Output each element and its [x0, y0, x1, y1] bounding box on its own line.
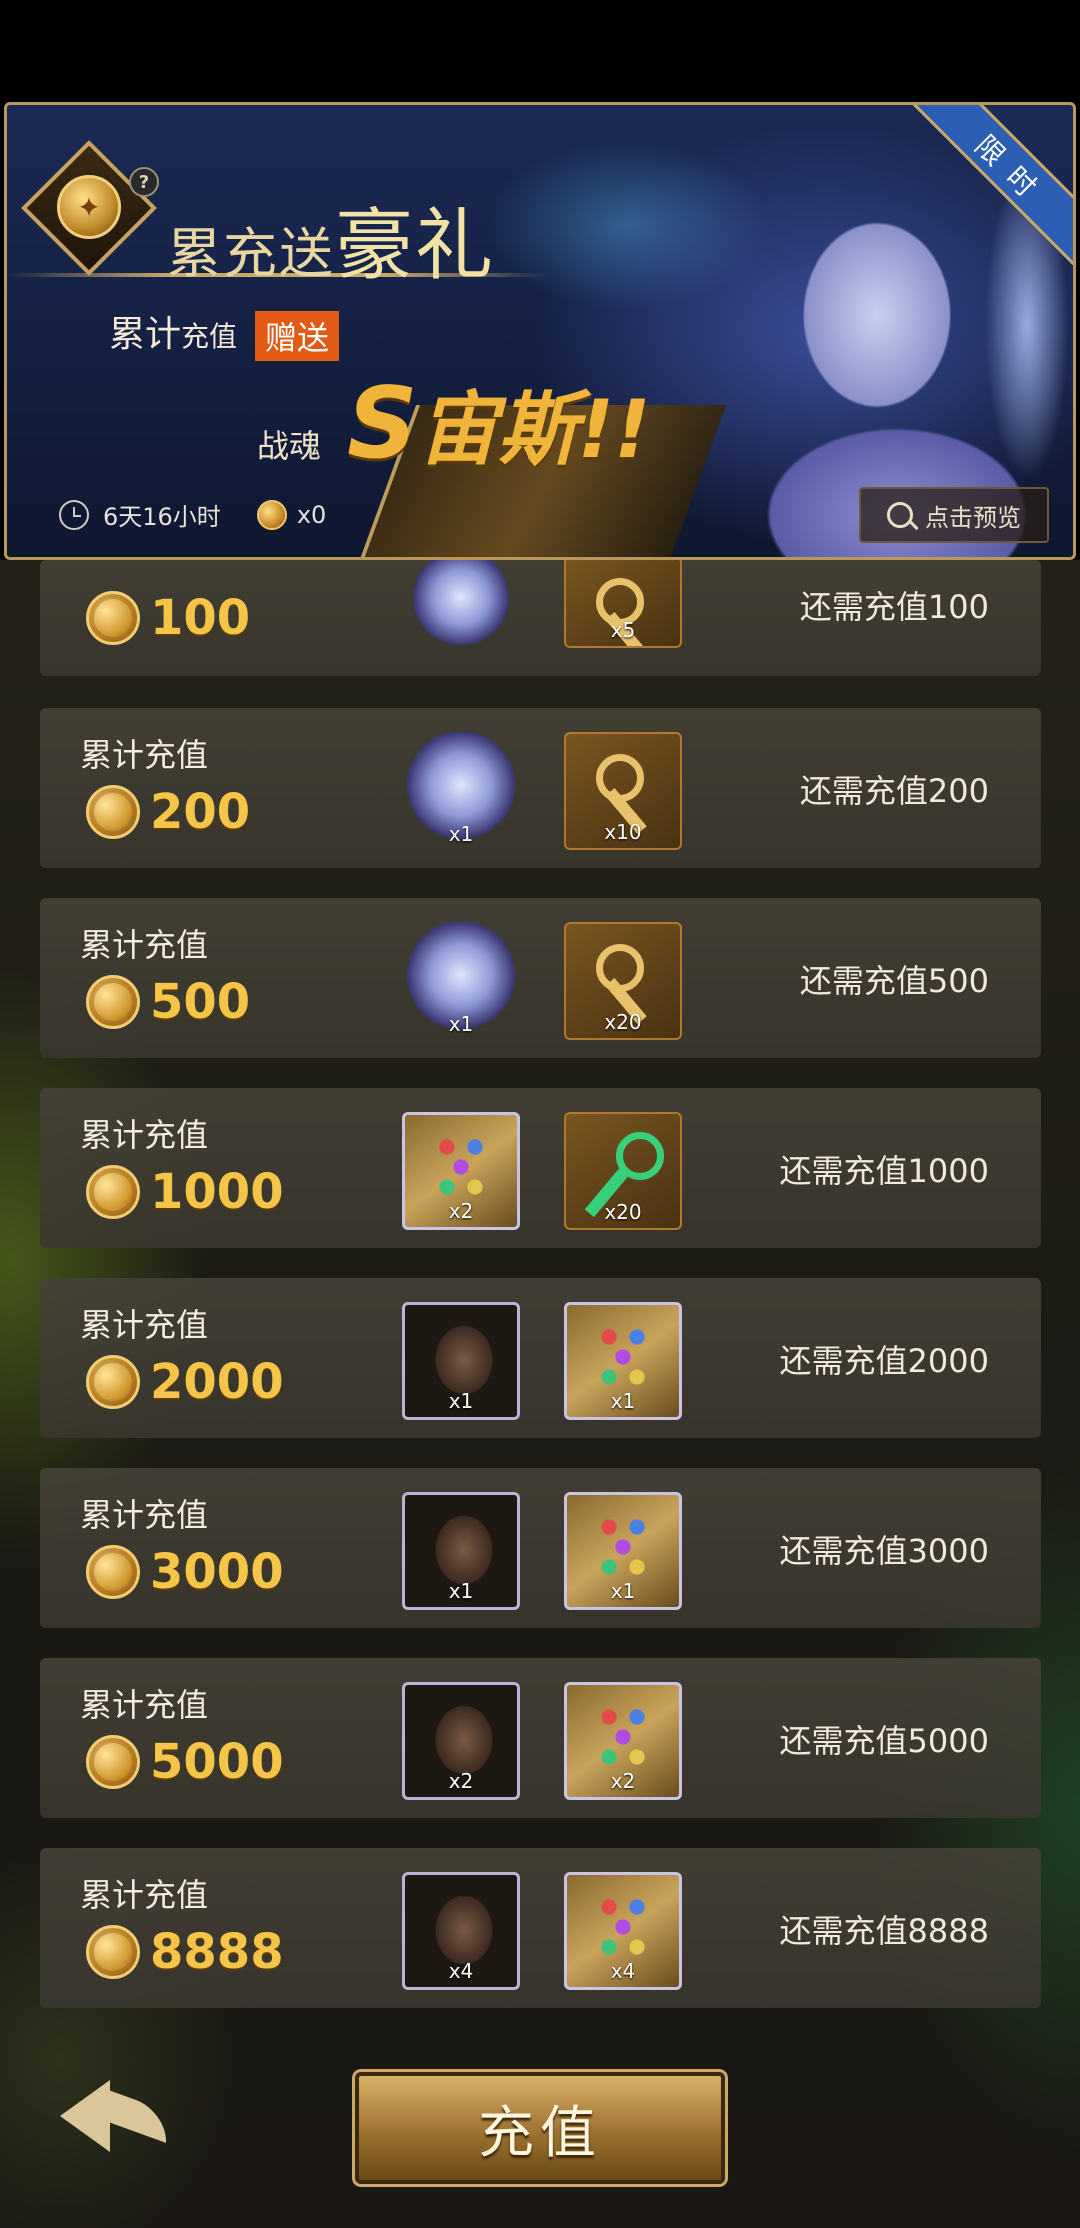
help-icon[interactable]: ?: [129, 167, 159, 197]
reward-tier-row: 累计充值 1000 x2 x20 还需充值1000: [40, 1088, 1041, 1248]
reward-item-helmet-icon[interactable]: x1: [402, 1302, 520, 1420]
coin-icon: [86, 1545, 140, 1599]
reward-item-green-key-icon[interactable]: x20: [564, 1112, 682, 1230]
reward-item-gem-card-icon[interactable]: x2: [402, 1112, 520, 1230]
recharge-button[interactable]: 充值: [352, 2069, 728, 2187]
reward-item-helmet-icon[interactable]: x4: [402, 1872, 520, 1990]
tier-remaining: 还需充值2000: [779, 1342, 989, 1380]
reward-tier-row: 累计充值 2000 x1 x1 还需充值2000: [40, 1278, 1041, 1438]
reward-item-gem-card-icon[interactable]: x1: [564, 1492, 682, 1610]
tier-amount: 100: [86, 590, 250, 646]
banner-subtitle: 累计充值 赠送: [109, 305, 340, 361]
tier-amount: 2000: [86, 1354, 284, 1410]
tier-amount: 8888: [86, 1924, 284, 1980]
coin-icon: [86, 1355, 140, 1409]
coin-icon: [86, 1165, 140, 1219]
tier-label: 累计充值: [80, 1116, 209, 1154]
coin-count: x0: [296, 500, 327, 529]
gift-tag: 赠送: [255, 311, 340, 361]
tier-remaining: 还需充值500: [799, 962, 989, 1000]
back-arrow-tail: [106, 2089, 166, 2143]
reward-item-soul-icon[interactable]: x1: [402, 732, 520, 850]
reward-tier-row: 累计充值 5000 x2 x2 还需充值5000: [40, 1658, 1041, 1818]
search-icon: [887, 502, 913, 528]
reward-item-gem-card-icon[interactable]: x2: [564, 1682, 682, 1800]
tier-remaining: 还需充值8888: [779, 1912, 989, 1950]
reward-item-soul-icon[interactable]: [402, 556, 520, 648]
tier-amount: 500: [86, 974, 250, 1030]
tier-label: 累计充值: [80, 736, 209, 774]
tier-remaining: 还需充值3000: [779, 1532, 989, 1570]
reward-item-helmet-icon[interactable]: x1: [402, 1492, 520, 1610]
reward-tier-row: 累计充值 8888 x4 x4 还需充值8888: [40, 1848, 1041, 2008]
tier-amount: 3000: [86, 1544, 284, 1600]
coin-icon: [86, 591, 140, 645]
back-arrow-icon: [60, 2080, 110, 2152]
reward-item-helmet-icon[interactable]: x2: [402, 1682, 520, 1800]
compass-icon: ✦: [57, 175, 121, 239]
reward-item-gold-key-icon[interactable]: x20: [564, 922, 682, 1040]
reward-tier-row: 累计充值 3000 x1 x1 还需充值3000: [40, 1468, 1041, 1628]
reward-tier-row: 100 x5 还需充值100: [40, 556, 1041, 676]
tier-label: 累计充值: [80, 1306, 209, 1344]
coin-icon: [86, 1925, 140, 1979]
tier-label: 累计充值: [80, 1876, 209, 1914]
tier-label: 累计充值: [80, 926, 209, 964]
reward-item-gold-key-icon[interactable]: x5: [564, 556, 682, 648]
reward-tier-row: 累计充值 500 x1 x20 还需充值500: [40, 898, 1041, 1058]
tier-amount: 5000: [86, 1734, 284, 1790]
time-remaining: 6天16小时: [103, 503, 221, 531]
tier-remaining: 还需充值1000: [779, 1152, 989, 1190]
reward-item-gem-card-icon[interactable]: x4: [564, 1872, 682, 1990]
coin-icon: [86, 1735, 140, 1789]
tier-remaining: 还需充值100: [799, 588, 989, 626]
clock-icon: [59, 499, 89, 530]
coin-icon: [86, 785, 140, 839]
reward-item-gold-key-icon[interactable]: x10: [564, 732, 682, 850]
reward-tier-row: 累计充值 200 x1 x10 还需充值200: [40, 708, 1041, 868]
coin-icon: [256, 499, 287, 530]
tier-label: 累计充值: [80, 1496, 209, 1534]
reward-item-gem-card-icon[interactable]: x1: [564, 1302, 682, 1420]
hero-label: 战魂: [257, 427, 322, 465]
tier-label: 累计充值: [80, 1686, 209, 1724]
banner-title: 累充送豪礼: [167, 201, 496, 291]
reward-item-soul-icon[interactable]: x1: [402, 922, 520, 1040]
tier-remaining: 还需充值200: [799, 772, 989, 810]
back-button[interactable]: [40, 2060, 170, 2170]
hero-name: S宙斯!!: [347, 367, 651, 481]
event-banner: ✦ ? 累充送豪礼 累计充值 赠送 战魂 S宙斯!! 6天16小时 x0 点击预览…: [4, 102, 1076, 560]
tier-amount: 1000: [86, 1164, 284, 1220]
coin-icon: [86, 975, 140, 1029]
tier-remaining: 还需充值5000: [779, 1722, 989, 1760]
preview-button[interactable]: 点击预览: [859, 487, 1049, 543]
event-timer: 6天16小时 x0: [59, 497, 326, 532]
tier-amount: 200: [86, 784, 250, 840]
